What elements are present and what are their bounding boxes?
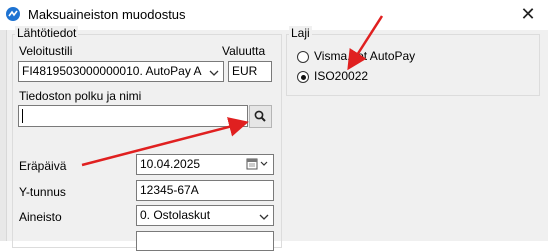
search-button[interactable] <box>249 105 272 128</box>
visma-radio[interactable] <box>297 51 309 63</box>
path-label: Tiedoston polku ja nimi <box>19 89 142 103</box>
background-window-edge <box>0 30 7 241</box>
erapaiva-value: 10.04.2025 <box>140 157 201 171</box>
iso20022-radio-label[interactable]: ISO20022 <box>314 69 368 83</box>
aineisto-value: 0. Ostolaskut <box>140 208 211 222</box>
veloitustili-label: Veloitustili <box>19 44 73 58</box>
search-icon <box>254 110 266 122</box>
app-icon <box>6 7 20 21</box>
veloitustili-select[interactable]: FI4819503000000010. AutoPay ASP ( <box>18 61 224 82</box>
veloitustili-value: FI4819503000000010. AutoPay ASP ( <box>22 64 202 78</box>
erapaiva-label: Eräpäivä <box>19 159 67 173</box>
calendar-icon[interactable] <box>246 158 270 170</box>
partial-field[interactable] <box>136 231 274 251</box>
lahtotiedot-group-label: Lähtötiedot <box>15 26 79 40</box>
valuutta-field[interactable]: EUR <box>228 61 272 82</box>
path-input[interactable] <box>18 105 248 127</box>
aineisto-label: Aineisto <box>19 210 62 224</box>
aineisto-select[interactable]: 0. Ostolaskut <box>136 205 274 226</box>
ytunnus-field[interactable]: 12345-67A <box>136 180 274 201</box>
visma-radio-label[interactable]: Visma.net AutoPay <box>314 49 415 63</box>
window-title: Maksuaineiston muodostus <box>28 7 186 22</box>
ytunnus-label: Y-tunnus <box>19 185 66 199</box>
text-cursor <box>22 109 23 123</box>
close-icon[interactable]: ✕ <box>516 3 540 25</box>
chevron-down-icon[interactable] <box>208 67 220 77</box>
laji-group <box>286 34 540 96</box>
chevron-down-icon[interactable] <box>258 211 270 221</box>
laji-group-label: Laji <box>289 26 312 40</box>
iso20022-radio[interactable] <box>297 71 309 83</box>
radio-selected-dot <box>300 74 306 80</box>
valuutta-label: Valuutta <box>222 44 266 58</box>
